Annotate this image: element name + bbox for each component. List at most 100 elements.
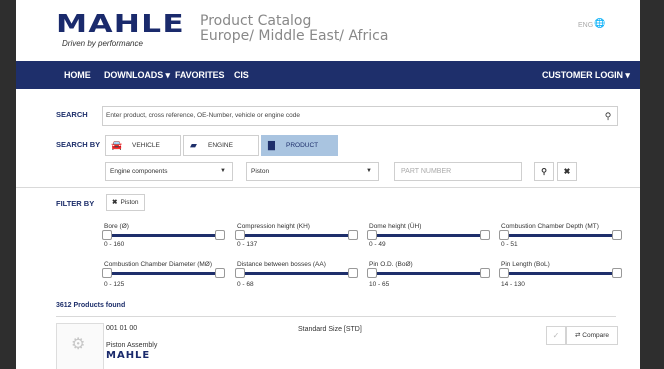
caret-down-icon: ▼ xyxy=(366,168,372,174)
tab-vehicle[interactable]: 🚘 VEHICLE xyxy=(105,135,181,156)
slider-label: Distance between bosses (AA) xyxy=(237,261,326,268)
nav-downloads[interactable]: DOWNLOADS ▾ xyxy=(104,70,170,81)
close-icon: ✖ xyxy=(112,199,118,206)
range-track[interactable] xyxy=(108,272,218,275)
car-icon: 🚘 xyxy=(111,140,123,150)
range-handle-min[interactable] xyxy=(499,230,509,240)
search-icon[interactable]: ⚲ xyxy=(599,107,617,125)
product-select[interactable]: Piston ▼ xyxy=(246,162,379,181)
page-frame: MAHLE Driven by performance Product Cata… xyxy=(16,0,640,369)
slider-range: 10 - 65 xyxy=(369,281,390,288)
compare-label: Compare xyxy=(582,332,609,339)
clear-button[interactable]: ✖ xyxy=(557,162,577,181)
tab-engine[interactable]: ▰ ENGINE xyxy=(183,135,259,156)
nav-downloads-label: DOWNLOADS xyxy=(104,70,164,80)
range-track[interactable] xyxy=(373,272,484,275)
search-label: SEARCH xyxy=(56,110,88,119)
range-track[interactable] xyxy=(373,234,484,237)
logo-tagline: Driven by performance xyxy=(62,39,143,48)
tab-product-label: PRODUCT xyxy=(286,142,319,149)
filter-chip-piston[interactable]: ✖ Piston xyxy=(106,194,145,211)
range-handle-max[interactable] xyxy=(348,268,358,278)
slider-label: Combustion Chamber Depth (MT) xyxy=(501,223,599,230)
range-handle-min[interactable] xyxy=(102,268,112,278)
globe-icon[interactable]: 🌐 xyxy=(594,18,605,29)
range-handle-min[interactable] xyxy=(367,230,377,240)
piston-icon: ⚙ xyxy=(71,336,86,353)
range-track[interactable] xyxy=(241,234,352,237)
tab-product[interactable]: ▇ PRODUCT xyxy=(261,135,338,156)
engine-icon: ▰ xyxy=(190,140,197,150)
range-handle-max[interactable] xyxy=(480,230,490,240)
filter-by-label: FILTER BY xyxy=(56,199,95,208)
range-handle-min[interactable] xyxy=(367,268,377,278)
slider-label: Bore (Ø) xyxy=(104,223,129,230)
product-icon: ▇ xyxy=(268,140,275,150)
nav-cis[interactable]: CIS xyxy=(234,70,249,80)
range-track[interactable] xyxy=(505,272,616,275)
slider-label: Dome height (ÜH) xyxy=(369,223,422,230)
range-handle-min[interactable] xyxy=(235,268,245,278)
slider-range: 0 - 68 xyxy=(237,281,254,288)
checkmark-icon: ✓ xyxy=(552,331,560,340)
range-handle-max[interactable] xyxy=(612,230,622,240)
slider-range: 0 - 160 xyxy=(104,241,125,248)
results-count: 3612 Products found xyxy=(56,302,126,309)
range-handle-max[interactable] xyxy=(215,230,225,240)
nav-home[interactable]: HOME xyxy=(64,70,91,80)
language-selector[interactable]: ENG xyxy=(578,22,593,29)
catalog-title: Product Catalog Europe/ Middle East/ Afr… xyxy=(200,14,388,44)
divider xyxy=(56,316,616,317)
range-handle-max[interactable] xyxy=(612,268,622,278)
nav-customer-login[interactable]: CUSTOMER LOGIN ▾ xyxy=(542,70,630,81)
search-icon: ⚲ xyxy=(541,167,547,176)
product-name: Piston Assembly xyxy=(106,342,158,349)
tab-vehicle-label: VEHICLE xyxy=(132,142,160,149)
part-search-button[interactable]: ⚲ xyxy=(534,162,554,181)
divider xyxy=(16,187,640,188)
part-number-field xyxy=(394,162,522,181)
nav-login-label: CUSTOMER LOGIN xyxy=(542,70,623,80)
search-by-label: SEARCH BY xyxy=(56,140,101,149)
close-icon: ✖ xyxy=(563,167,571,176)
product-thumbnail[interactable]: ⚙ xyxy=(56,323,104,369)
header: MAHLE Driven by performance Product Cata… xyxy=(16,0,640,57)
range-handle-max[interactable] xyxy=(215,268,225,278)
range-track[interactable] xyxy=(108,234,218,237)
product-number[interactable]: 001 01 00 xyxy=(106,325,137,332)
slider-range: 0 - 51 xyxy=(501,241,518,248)
caret-down-icon: ▼ xyxy=(220,168,226,174)
range-handle-min[interactable] xyxy=(499,268,509,278)
nav-favorites[interactable]: FAVORITES xyxy=(175,70,225,80)
range-handle-max[interactable] xyxy=(348,230,358,240)
slider-range: 0 - 137 xyxy=(237,241,258,248)
product-brand-logo: MAHLE xyxy=(106,350,151,361)
main-nav: HOME DOWNLOADS ▾ FAVORITES CIS CUSTOMER … xyxy=(16,61,640,89)
product-value: Piston xyxy=(251,168,270,175)
slider-label: Pin Length (BoL) xyxy=(501,261,550,268)
catalog-region-line: Europe/ Middle East/ Africa xyxy=(200,28,389,44)
range-handle-min[interactable] xyxy=(235,230,245,240)
range-track[interactable] xyxy=(241,272,352,275)
category-value: Engine components xyxy=(110,168,168,175)
range-handle-min[interactable] xyxy=(102,230,112,240)
filter-chip-label: Piston xyxy=(120,199,139,206)
slider-label: Pin O.D. (BoØ) xyxy=(369,261,413,268)
compare-button[interactable]: ⇄ Compare xyxy=(566,326,618,345)
range-track[interactable] xyxy=(505,234,616,237)
favorite-check-button[interactable]: ✓ xyxy=(546,326,566,345)
mahle-logo[interactable]: MAHLE xyxy=(56,11,185,36)
search-input[interactable] xyxy=(106,109,586,122)
range-handle-max[interactable] xyxy=(480,268,490,278)
catalog-title-line: Product Catalog xyxy=(200,13,312,29)
product-size: Standard Size [STD] xyxy=(298,326,362,333)
part-number-input[interactable] xyxy=(401,165,511,178)
tab-engine-label: ENGINE xyxy=(208,142,233,149)
category-select[interactable]: Engine components ▼ xyxy=(105,162,233,181)
slider-range: 0 - 49 xyxy=(369,241,386,248)
slider-range: 0 - 125 xyxy=(104,281,125,288)
slider-range: 14 - 130 xyxy=(501,281,525,288)
chevron-down-icon: ▾ xyxy=(622,70,630,80)
slider-label: Combustion Chamber Diameter (MØ) xyxy=(104,261,213,268)
slider-label: Compression height (KH) xyxy=(237,223,310,230)
